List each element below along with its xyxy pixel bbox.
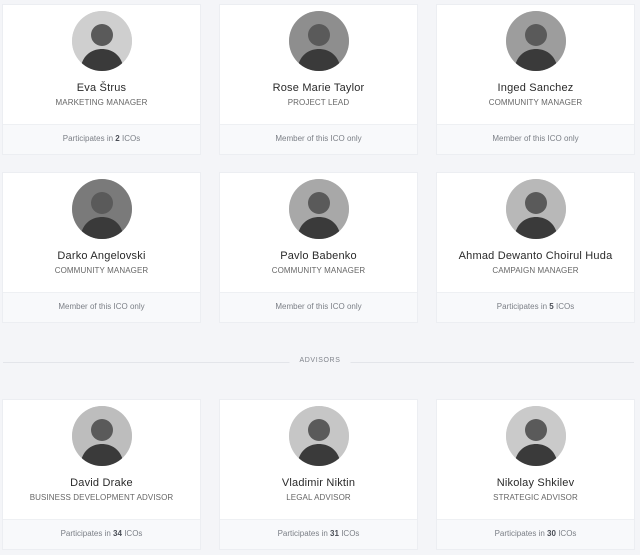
avatar[interactable] <box>505 11 566 71</box>
member-card-body: Ahmad Dewanto Choirul Huda CAMPAIGN MANA… <box>437 173 634 292</box>
participation-text: Member of this ICO only <box>58 302 145 311</box>
team-card[interactable]: Eva Štrus MARKETING MANAGER Participates… <box>3 5 200 154</box>
member-name: Rose Marie Taylor <box>272 82 365 94</box>
participation-info: Participates in 34 ICOs <box>3 519 200 549</box>
person-photo-icon <box>288 406 349 466</box>
participation-text: Participates in <box>62 134 114 143</box>
member-card-body: David Drake BUSINESS DEVELOPMENT ADVISOR <box>3 400 200 519</box>
member-card-body: Eva Štrus MARKETING MANAGER <box>3 5 200 124</box>
participation-info: Member of this ICO only <box>220 124 417 154</box>
participation-text: Member of this ICO only <box>492 134 579 143</box>
participation-text: Participates in <box>277 529 328 538</box>
participation-unit: ICOs <box>124 529 143 538</box>
member-card-body: Inged Sanchez COMMUNITY MANAGER <box>437 5 634 124</box>
ico-count: 30 <box>547 529 556 538</box>
team-grid: Eva Štrus MARKETING MANAGER Participates… <box>3 5 634 322</box>
member-name: Inged Sanchez <box>497 82 574 94</box>
participation-unit: ICOs <box>558 529 577 538</box>
member-card-body: Rose Marie Taylor PROJECT LEAD <box>220 5 417 124</box>
member-name: Ahmad Dewanto Choirul Huda <box>458 250 613 262</box>
member-role: STRATEGIC ADVISOR <box>493 493 578 502</box>
participation-info: Participates in 31 ICOs <box>220 519 417 549</box>
member-role: PROJECT LEAD <box>287 98 350 107</box>
member-card-body: Darko Angelovski COMMUNITY MANAGER <box>3 173 200 292</box>
ico-count: 31 <box>330 529 339 538</box>
member-name: Eva Štrus <box>76 82 127 94</box>
participation-unit: ICOs <box>341 529 360 538</box>
ico-count: 34 <box>113 529 122 538</box>
avatar[interactable] <box>505 406 566 466</box>
participation-unit: ICOs <box>121 134 141 143</box>
avatar[interactable] <box>71 11 132 71</box>
member-name: Pavlo Babenko <box>280 250 357 262</box>
avatar[interactable] <box>288 179 349 239</box>
member-role: COMMUNITY MANAGER <box>488 98 583 107</box>
advisor-card[interactable]: Vladimir Niktin LEGAL ADVISOR Participat… <box>220 400 417 549</box>
person-photo-icon <box>505 179 566 239</box>
person-photo-icon <box>505 406 566 466</box>
member-role: MARKETING MANAGER <box>55 98 148 107</box>
advisor-card[interactable]: David Drake BUSINESS DEVELOPMENT ADVISOR… <box>3 400 200 549</box>
member-name: Vladimir Niktin <box>281 477 356 489</box>
advisor-card[interactable]: Nikolay Shkilev STRATEGIC ADVISOR Partic… <box>437 400 634 549</box>
avatar[interactable] <box>71 179 132 239</box>
member-role: COMMUNITY MANAGER <box>54 266 149 275</box>
team-card[interactable]: Darko Angelovski COMMUNITY MANAGER Membe… <box>3 173 200 322</box>
member-role: COMMUNITY MANAGER <box>271 266 366 275</box>
member-role: CAMPAIGN MANAGER <box>492 266 579 275</box>
participation-text: Member of this ICO only <box>275 302 362 311</box>
ico-count: 5 <box>549 302 554 311</box>
member-card-body: Pavlo Babenko COMMUNITY MANAGER <box>220 173 417 292</box>
participation-info: Participates in 5 ICOs <box>437 292 634 322</box>
member-card-body: Vladimir Niktin LEGAL ADVISOR <box>220 400 417 519</box>
participation-info: Member of this ICO only <box>220 292 417 322</box>
advisors-section-label: ADVISORS <box>289 357 351 364</box>
member-name: Darko Angelovski <box>57 250 146 262</box>
team-card[interactable]: Pavlo Babenko COMMUNITY MANAGER Member o… <box>220 173 417 322</box>
participation-text: Participates in <box>60 529 111 538</box>
participation-info: Member of this ICO only <box>437 124 634 154</box>
participation-unit: ICOs <box>555 302 575 311</box>
avatar[interactable] <box>71 406 132 466</box>
participation-info: Participates in 2 ICOs <box>3 124 200 154</box>
member-name: David Drake <box>70 477 133 489</box>
person-photo-icon <box>71 11 132 71</box>
avatar[interactable] <box>505 179 566 239</box>
team-card[interactable]: Inged Sanchez COMMUNITY MANAGER Member o… <box>437 5 634 154</box>
avatar[interactable] <box>288 406 349 466</box>
participation-text: Participates in <box>496 302 548 311</box>
person-photo-icon <box>71 406 132 466</box>
person-photo-icon <box>288 11 349 71</box>
person-photo-icon <box>288 179 349 239</box>
member-role: LEGAL ADVISOR <box>286 493 351 502</box>
avatar[interactable] <box>288 11 349 71</box>
team-card[interactable]: Ahmad Dewanto Choirul Huda CAMPAIGN MANA… <box>437 173 634 322</box>
member-card-body: Nikolay Shkilev STRATEGIC ADVISOR <box>437 400 634 519</box>
participation-text: Participates in <box>494 529 545 538</box>
ico-count: 2 <box>115 134 120 143</box>
participation-info: Participates in 30 ICOs <box>437 519 634 549</box>
member-name: Nikolay Shkilev <box>496 477 575 489</box>
participation-info: Member of this ICO only <box>3 292 200 322</box>
participation-text: Member of this ICO only <box>275 134 362 143</box>
team-card[interactable]: Rose Marie Taylor PROJECT LEAD Member of… <box>220 5 417 154</box>
advisors-grid: David Drake BUSINESS DEVELOPMENT ADVISOR… <box>3 400 634 549</box>
person-photo-icon <box>71 179 132 239</box>
member-role: BUSINESS DEVELOPMENT ADVISOR <box>29 493 174 502</box>
person-photo-icon <box>505 11 566 71</box>
